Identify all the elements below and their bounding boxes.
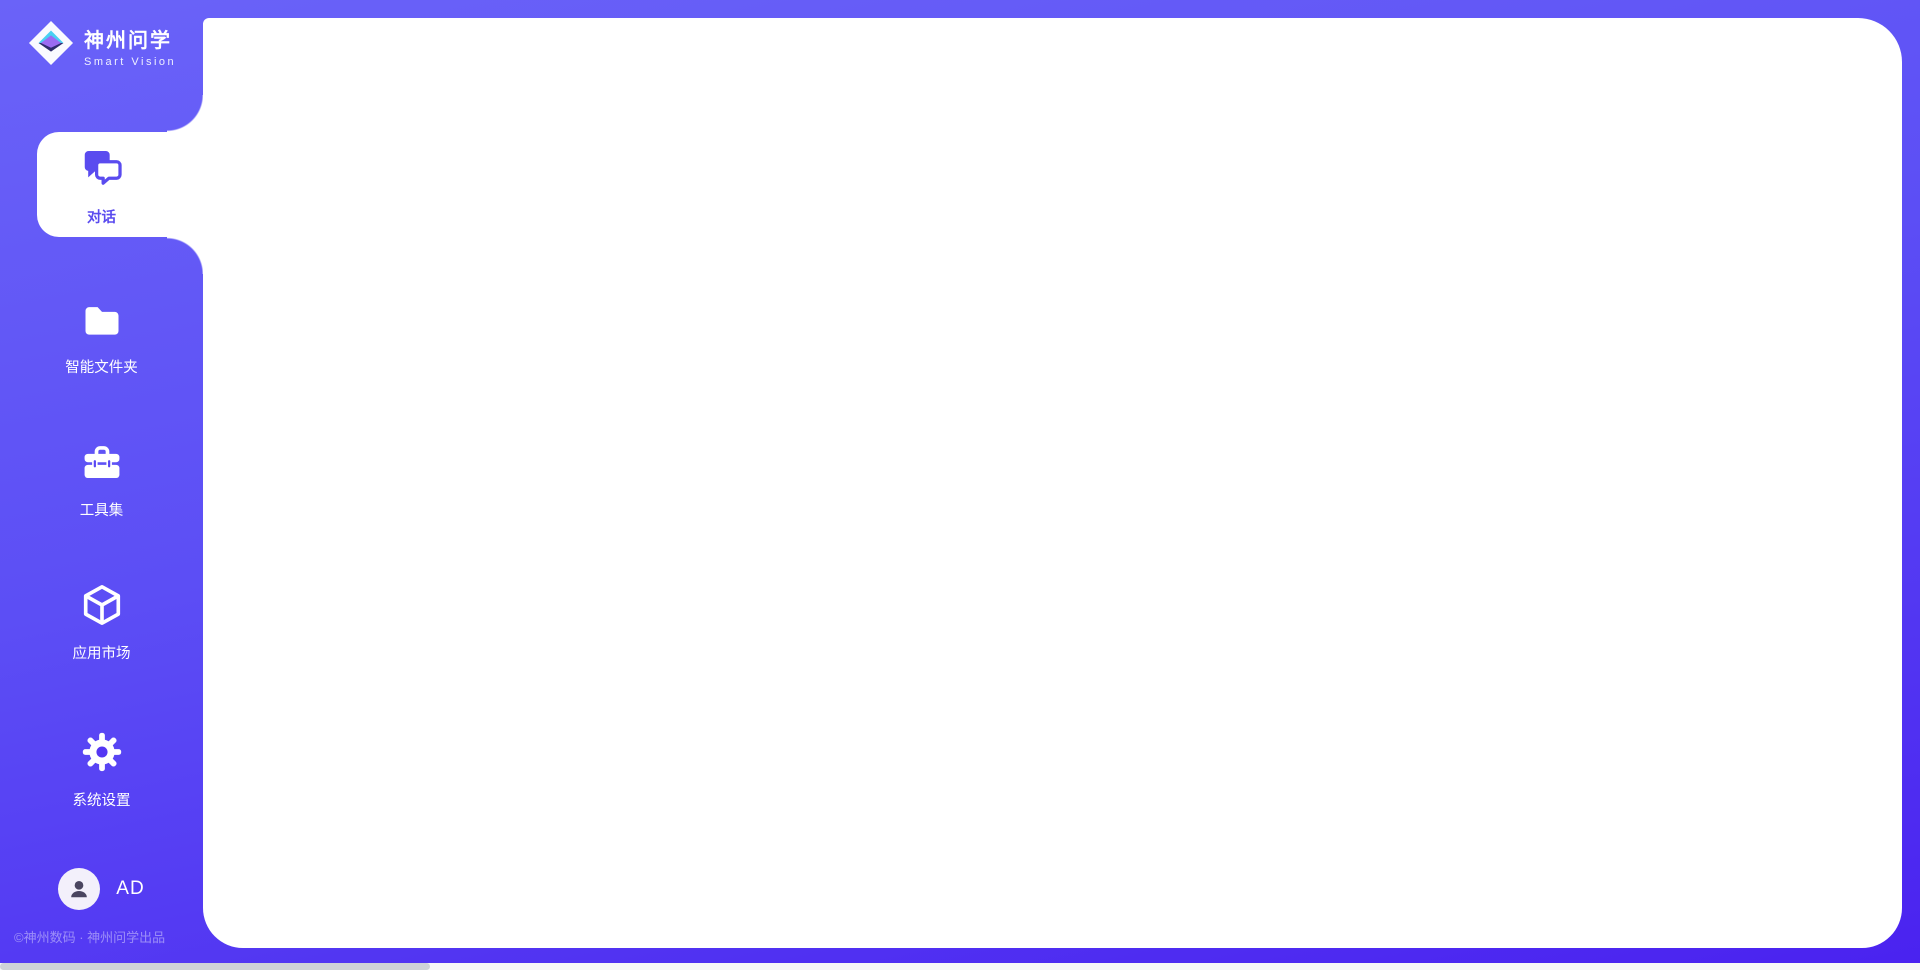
- cube-icon: [79, 582, 125, 633]
- sidebar-item-app-market[interactable]: 应用市场: [0, 582, 203, 663]
- sidebar-item-smart-folder[interactable]: 智能文件夹: [0, 298, 203, 377]
- chat-icon: [79, 146, 125, 197]
- sidebar-item-label: 对话: [87, 206, 116, 227]
- sidebar-item-chat[interactable]: 对话: [0, 146, 203, 227]
- brand-name: 神州问学: [84, 24, 176, 53]
- sidebar-item-label: 智能文件夹: [65, 356, 138, 377]
- sidebar-item-label: 应用市场: [73, 642, 131, 663]
- app-window: 神州问学 Smart Vision 对话 智能文件夹: [0, 0, 1920, 970]
- folder-icon: [80, 298, 124, 347]
- sidebar-item-settings[interactable]: 系统设置: [0, 729, 203, 810]
- toolbox-icon: [80, 441, 124, 490]
- gear-icon: [79, 729, 125, 780]
- main-panel: [203, 18, 1902, 948]
- sidebar-item-label: 工具集: [80, 499, 124, 520]
- user-profile[interactable]: AD: [0, 868, 203, 910]
- sidebar-item-label: 系统设置: [73, 789, 131, 810]
- tab-fillet-bottom: [167, 237, 204, 274]
- copyright-text: ©神州数码 · 神州问学出品: [14, 927, 165, 946]
- brand-logo: 神州问学 Smart Vision: [28, 20, 176, 71]
- scrollbar-thumb[interactable]: [0, 963, 430, 970]
- sidebar-item-toolset[interactable]: 工具集: [0, 441, 203, 520]
- avatar: [58, 868, 100, 910]
- horizontal-scrollbar: [0, 963, 1920, 970]
- tab-fillet-top: [167, 95, 204, 132]
- brand-diamond-icon: [28, 20, 74, 71]
- user-name: AD: [116, 878, 144, 900]
- brand-subtitle: Smart Vision: [84, 56, 176, 68]
